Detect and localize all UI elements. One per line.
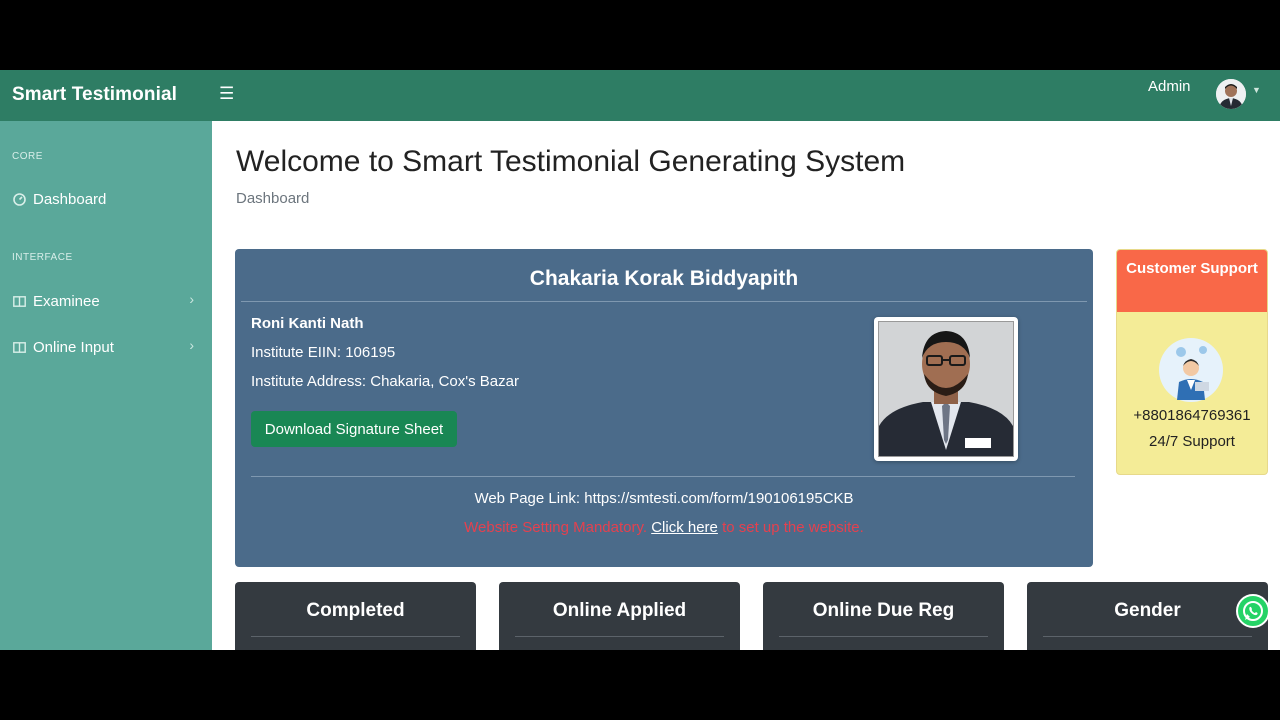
support-hours: 24/7 Support	[1149, 433, 1235, 450]
sidebar-heading-interface: INTERFACE	[12, 252, 73, 263]
sidebar-item-dashboard[interactable]: Dashboard	[12, 187, 202, 211]
breadcrumb: Dashboard	[236, 190, 310, 207]
chevron-right-icon: ›	[189, 291, 194, 307]
admin-label: Admin	[1148, 78, 1191, 95]
click-here-link[interactable]: Click here	[651, 519, 718, 536]
stat-card-online-applied: Online Applied	[499, 582, 740, 650]
divider	[251, 636, 460, 637]
institute-eiin: Institute EIIN: 106195	[251, 344, 396, 361]
support-agent-icon	[1159, 338, 1223, 402]
photo-image	[878, 321, 1014, 457]
sidebar-item-label: Examinee	[33, 292, 100, 310]
download-signature-sheet-button[interactable]: Download Signature Sheet	[251, 411, 457, 447]
divider	[515, 636, 724, 637]
stat-title: Completed	[306, 600, 405, 621]
warning-suffix: to set up the website.	[722, 519, 864, 536]
whatsapp-icon[interactable]	[1236, 594, 1270, 628]
profile-photo	[874, 317, 1018, 461]
warning-prefix: Website Setting Mandatory.	[464, 519, 648, 536]
caret-down-icon[interactable]: ▼	[1252, 85, 1261, 95]
divider	[251, 476, 1075, 477]
stat-card-completed: Completed	[235, 582, 476, 650]
page-title: Welcome to Smart Testimonial Generating …	[236, 145, 906, 178]
stat-card-online-due-reg: Online Due Reg	[763, 582, 1004, 650]
divider	[241, 301, 1087, 302]
stat-title: Online Applied	[552, 600, 687, 621]
institute-name: Chakaria Korak Biddyapith	[529, 267, 799, 290]
stat-title: Online Due Reg	[812, 600, 955, 621]
sidebar: CORE Dashboard INTERFACE Examinee › Onli…	[0, 121, 212, 650]
top-navbar: Smart Testimonial ☰ Admin ▼	[0, 70, 1280, 121]
stat-card-gender: Gender	[1027, 582, 1268, 650]
columns-icon	[12, 294, 26, 308]
website-setting-warning: Website Setting Mandatory. Click here to…	[235, 519, 1093, 536]
sidebar-item-examinee[interactable]: Examinee ›	[12, 289, 202, 313]
support-phone: +8801864769361	[1133, 407, 1251, 424]
columns-icon	[12, 340, 26, 354]
chevron-right-icon: ›	[189, 337, 194, 353]
divider	[1043, 636, 1252, 637]
support-title: Customer Support	[1117, 250, 1267, 312]
institute-address: Institute Address: Chakaria, Cox's Bazar	[251, 373, 519, 390]
menu-icon[interactable]: ☰	[219, 84, 234, 104]
app-screen: Smart Testimonial ☰ Admin ▼ CORE Dashboa…	[0, 70, 1280, 650]
main-content: Welcome to Smart Testimonial Generating …	[212, 121, 1280, 650]
sidebar-item-label: Dashboard	[33, 190, 107, 208]
person-name: Roni Kanti Nath	[251, 315, 364, 332]
avatar-image	[1216, 79, 1246, 109]
sidebar-item-label: Online Input	[33, 338, 114, 356]
web-page-link: Web Page Link: https://smtesti.com/form/…	[474, 490, 854, 507]
customer-support-card: Customer Support +8801864769361 24/7 Sup…	[1116, 249, 1268, 475]
institute-card: Chakaria Korak Biddyapith Roni Kanti Nat…	[235, 249, 1093, 567]
divider	[779, 636, 988, 637]
sidebar-item-online-input[interactable]: Online Input ›	[12, 335, 202, 359]
dashboard-icon	[12, 192, 26, 206]
user-avatar[interactable]	[1216, 79, 1246, 109]
stat-title: Gender	[1114, 600, 1181, 621]
sidebar-heading-core: CORE	[12, 151, 43, 162]
brand-title[interactable]: Smart Testimonial	[12, 84, 177, 106]
